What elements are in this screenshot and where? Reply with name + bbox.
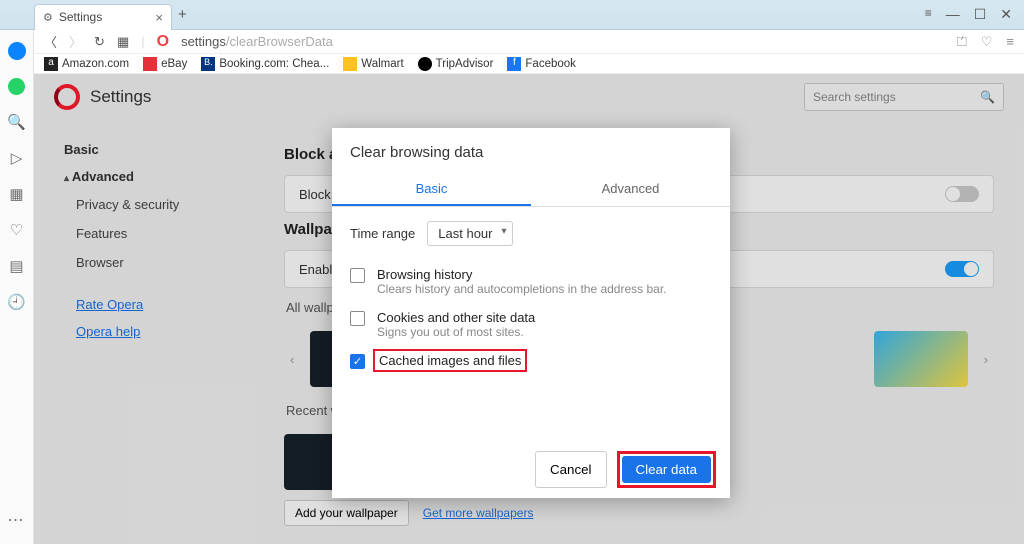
close-window-icon[interactable]: ✕: [1000, 6, 1012, 23]
bookmark-item[interactable]: TripAdvisor: [418, 57, 494, 71]
window-controls: ≡ — ☐ ✕: [925, 6, 1024, 23]
menu-icon[interactable]: ≡: [1006, 34, 1014, 50]
clear-data-button[interactable]: Clear data: [622, 456, 712, 483]
option-cached-files[interactable]: ✓ Cached images and files: [350, 346, 712, 376]
bookmark-item[interactable]: eBay: [143, 57, 187, 71]
whatsapp-icon[interactable]: [8, 78, 25, 95]
bookmark-item[interactable]: Walmart: [343, 57, 403, 71]
messenger-icon[interactable]: [8, 42, 26, 60]
snapshot-icon[interactable]: ⏍: [957, 34, 967, 50]
checkbox-checked[interactable]: ✓: [350, 354, 365, 369]
maximize-icon[interactable]: ☐: [974, 6, 987, 23]
option-cookies[interactable]: Cookies and other site dataSigns you out…: [350, 303, 712, 346]
forward-icon: 〉: [69, 32, 82, 51]
heart-icon[interactable]: ♡: [10, 221, 23, 239]
checkbox[interactable]: [350, 311, 365, 326]
heart-outline-icon[interactable]: ♡: [981, 34, 993, 50]
send-icon[interactable]: ▷: [11, 149, 23, 167]
menu-chevron-icon[interactable]: ≡: [925, 6, 932, 23]
new-tab-button[interactable]: +: [178, 6, 187, 23]
news-icon[interactable]: ▤: [9, 257, 23, 275]
title-bar: ⚙ Settings × + ≡ — ☐ ✕: [0, 0, 1024, 30]
tiles-icon[interactable]: ▦: [117, 34, 129, 50]
more-icon[interactable]: ⋯: [8, 510, 26, 530]
time-range-select[interactable]: Last hour: [427, 221, 513, 246]
bookmark-item[interactable]: fFacebook: [507, 57, 576, 71]
opera-sidebar: 🔍 ▷ ▦ ♡ ▤ 🕘 ⋯: [0, 30, 34, 544]
minimize-icon[interactable]: —: [946, 6, 960, 23]
browser-tab[interactable]: ⚙ Settings ×: [34, 4, 172, 30]
reload-icon[interactable]: ↻: [94, 34, 105, 50]
address-bar: 〈 〉 ↻ ▦ | O settings/clearBrowserData ⏍ …: [34, 30, 1024, 54]
bookmarks-bar: aAmazon.com eBay B.Booking.com: Chea... …: [34, 54, 1024, 74]
opera-logo-icon: O: [157, 33, 169, 51]
time-range-label: Time range: [350, 226, 415, 241]
bookmark-item[interactable]: aAmazon.com: [44, 57, 129, 71]
tab-close-icon[interactable]: ×: [155, 10, 163, 25]
tab-advanced[interactable]: Advanced: [531, 173, 730, 206]
history-icon[interactable]: 🕘: [7, 293, 26, 311]
option-browsing-history[interactable]: Browsing historyClears history and autoc…: [350, 260, 712, 303]
clear-browsing-data-dialog: Clear browsing data Basic Advanced Time …: [332, 128, 730, 498]
speeddial-icon[interactable]: ▦: [9, 185, 23, 203]
dialog-title: Clear browsing data: [332, 128, 730, 173]
search-icon[interactable]: 🔍: [7, 113, 26, 131]
checkbox[interactable]: [350, 268, 365, 283]
tab-title: Settings: [59, 10, 102, 24]
back-icon[interactable]: 〈: [44, 32, 57, 51]
url-field[interactable]: settings/clearBrowserData: [181, 34, 333, 49]
bookmark-item[interactable]: B.Booking.com: Chea...: [201, 57, 329, 71]
tab-basic[interactable]: Basic: [332, 173, 531, 206]
gear-icon: ⚙: [43, 11, 53, 24]
cancel-button[interactable]: Cancel: [535, 451, 607, 488]
